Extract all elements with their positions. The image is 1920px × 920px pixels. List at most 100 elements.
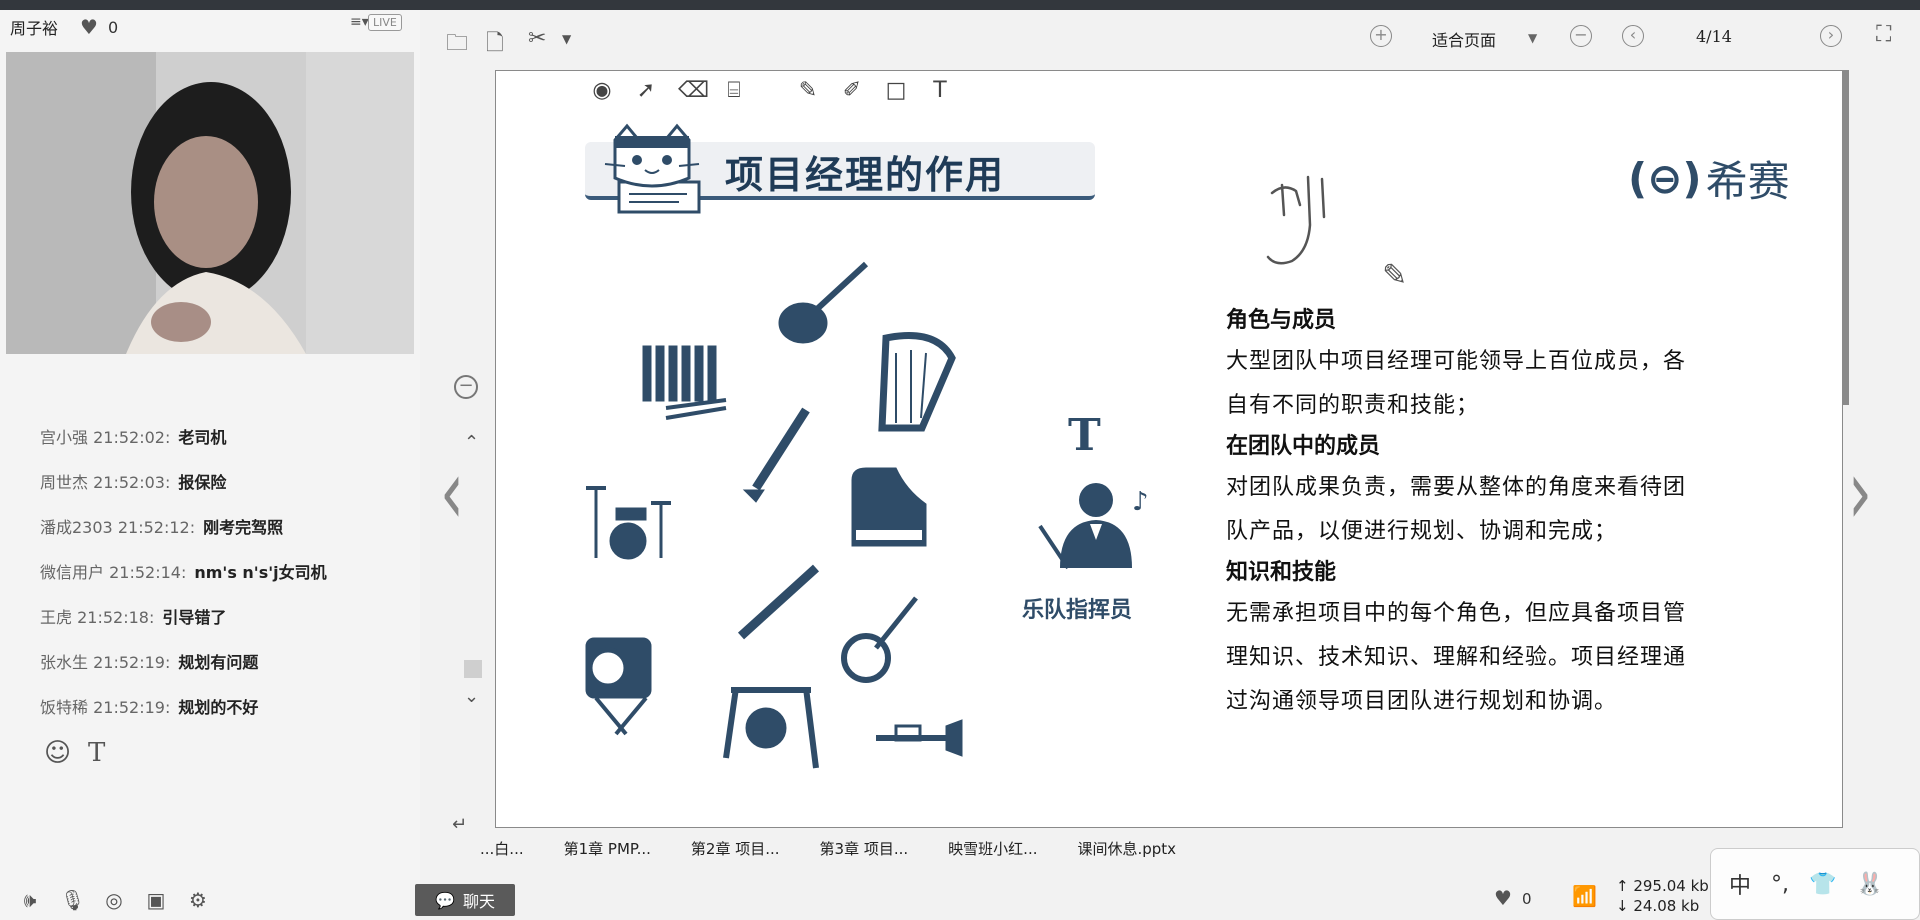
section-line: 无需承担项目中的每个角色，但应具备项目管: [1226, 601, 1687, 626]
eraser-icon[interactable]: ⌫: [678, 78, 709, 103]
send-enter-icon[interactable]: ↵: [452, 814, 467, 835]
conductor-icon: ♪: [1038, 483, 1149, 570]
collapse-video-icon[interactable]: −: [454, 375, 478, 399]
prev-page-icon[interactable]: ‹: [1622, 25, 1644, 47]
section-heading: 角色与成员: [1226, 308, 1337, 333]
host-name: 周子裕: [10, 19, 59, 38]
zoom-out-icon[interactable]: −: [1570, 25, 1592, 47]
slide-next-arrow-icon[interactable]: ›: [1848, 441, 1872, 546]
svg-text:♪: ♪: [1132, 487, 1149, 517]
zoom-in-icon[interactable]: +: [1370, 25, 1392, 47]
ime-shirt-icon[interactable]: 👕: [1809, 872, 1836, 897]
page-indicator: 4/14: [1696, 27, 1732, 46]
section-heading: 在团队中的成员: [1226, 434, 1381, 459]
camera-icon[interactable]: ◎: [102, 888, 126, 912]
host-likes: 0: [107, 17, 119, 37]
instruments-illustration: [585, 261, 963, 769]
ime-punct[interactable]: °,: [1771, 872, 1789, 897]
chat-user: 张水生 21:52:19:: [40, 653, 171, 672]
text-tool-icon[interactable]: T: [928, 78, 952, 103]
chat-text: 报保险: [178, 473, 227, 492]
chat-scroll-up-icon[interactable]: ⌃: [464, 432, 479, 453]
file-tab[interactable]: 课间休息.pptx: [1077, 838, 1176, 859]
clear-broom-icon[interactable]: ⌸: [722, 78, 746, 103]
ime-rabbit-icon[interactable]: 🐰: [1856, 872, 1883, 897]
pen-cursor-icon: ✎: [1382, 258, 1408, 293]
clarinet-icon: [742, 407, 810, 503]
section-line: 过沟通领导项目团队进行规划和协调。: [1226, 689, 1618, 714]
bass-drum-icon: [585, 637, 652, 736]
chat-text: 刚考完驾照: [203, 518, 284, 537]
file-tab[interactable]: 第2章 项目...: [691, 838, 780, 859]
file-tab[interactable]: 第3章 项目...: [820, 838, 909, 859]
like-heart-icon[interactable]: ♥: [1494, 886, 1512, 910]
banjo-icon: [841, 596, 918, 683]
gong-icon: [723, 687, 819, 769]
section-line: 理知识、技术知识、理解和经验。项目经理通: [1226, 645, 1687, 670]
chat-message: 王虎 21:52:18: 引导错了: [40, 604, 450, 649]
ime-mode[interactable]: 中: [1729, 868, 1751, 900]
chat-text: 规划的不好: [178, 698, 259, 717]
section-line: 队产品，以便进行规划、协调和完成；: [1226, 519, 1618, 544]
chat-text: 引导错了: [162, 608, 227, 627]
settings-gear-icon[interactable]: ⚙: [186, 888, 210, 912]
brand-logo-mark-icon: (⊖): [1628, 154, 1702, 203]
chat-message: 潘成2303 21:52:12: 刚考完驾照: [40, 514, 450, 559]
chat-bubble-icon: 💬: [435, 890, 455, 910]
section-line: 大型团队中项目经理可能领导上百位成员，各: [1226, 349, 1687, 374]
ime-toolbar: 中 °, 👕 🐰: [1710, 848, 1920, 920]
upload-rate: ↑ 295.04 kb: [1616, 877, 1709, 895]
chat-user: 微信用户 21:52:14:: [40, 563, 187, 582]
file-tab[interactable]: 映雪班小红...: [948, 838, 1037, 859]
folder-open-icon[interactable]: 🗀: [446, 26, 468, 64]
menu-icon[interactable]: ≡▾: [350, 14, 369, 30]
scissors-dropdown-icon[interactable]: ▼: [562, 32, 571, 46]
speaker-icon[interactable]: 🕪: [18, 888, 42, 912]
conductor-label: 乐队指挥员: [1022, 598, 1133, 623]
chat-user: 宫小强 21:52:02:: [40, 428, 171, 447]
cursor-arrow-icon[interactable]: ➚: [634, 78, 658, 103]
next-page-icon[interactable]: ›: [1820, 25, 1842, 47]
chat-scrollbar-thumb[interactable]: [464, 660, 482, 678]
heart-icon[interactable]: ♥: [80, 15, 98, 39]
brand-logo-text: 希赛: [1705, 157, 1790, 206]
drum-kit-icon: [586, 486, 671, 560]
pen-icon[interactable]: ✎: [796, 78, 820, 103]
laser-pointer-icon[interactable]: ◉: [590, 78, 614, 103]
file-tab[interactable]: 第1章 PMP...: [564, 838, 651, 859]
chat-message: 周世杰 21:52:03: 报保险: [40, 469, 450, 514]
download-rate: ↓ 24.08 kb: [1616, 897, 1700, 915]
signal-icon: 📶: [1572, 884, 1597, 908]
image-icon[interactable]: ▣: [144, 888, 168, 912]
chat-text: 规划有问题: [178, 653, 259, 672]
slide-prev-arrow-icon[interactable]: ‹: [440, 441, 464, 546]
section-line: 自有不同的职责和技能；: [1226, 393, 1480, 418]
highlighter-icon[interactable]: ✐: [840, 78, 864, 103]
xylophone-icon: [642, 345, 727, 420]
fullscreen-icon[interactable]: ⛶: [1876, 22, 1891, 47]
window-top-strip: [0, 0, 1920, 10]
file-icon[interactable]: 🗋: [486, 26, 504, 64]
annotation-toolbar: ◉ ➚ ⌫ ⌸ ✎ ✐ □ T: [590, 78, 952, 103]
chat-user: 周世杰 21:52:03:: [40, 473, 171, 492]
file-tabs: ...白... 第1章 PMP... 第2章 项目... 第3章 项目... 映…: [480, 838, 1216, 859]
microphone-icon[interactable]: 🎙: [60, 888, 85, 912]
handwriting-annotation: [1266, 175, 1326, 265]
network-stats: ↑ 295.04 kb ↓ 24.08 kb: [1616, 876, 1709, 916]
slide-scrollbar[interactable]: [1843, 70, 1849, 405]
emoji-icon[interactable]: ☺: [44, 738, 71, 768]
chat-button[interactable]: 💬 聊天: [415, 884, 515, 916]
chat-user: 潘成2303 21:52:12:: [40, 518, 196, 537]
guitar-icon: [778, 261, 869, 344]
chat-scroll-down-icon[interactable]: ⌄: [464, 686, 479, 707]
file-tab[interactable]: ...白...: [480, 838, 524, 859]
chat-message: 微信用户 21:52:14: nm's n's'j女司机: [40, 559, 450, 604]
zoom-fit-select[interactable]: 适合页面: [1432, 27, 1496, 51]
flute-icon: [737, 564, 820, 640]
text-format-icon[interactable]: T: [88, 738, 105, 768]
zoom-dropdown-icon[interactable]: ▼: [1528, 31, 1537, 45]
video-feed: [6, 52, 414, 354]
rectangle-icon[interactable]: □: [884, 78, 908, 103]
scissors-icon[interactable]: ✂: [528, 26, 546, 51]
chat-message: 张水生 21:52:19: 规划有问题: [40, 649, 450, 694]
